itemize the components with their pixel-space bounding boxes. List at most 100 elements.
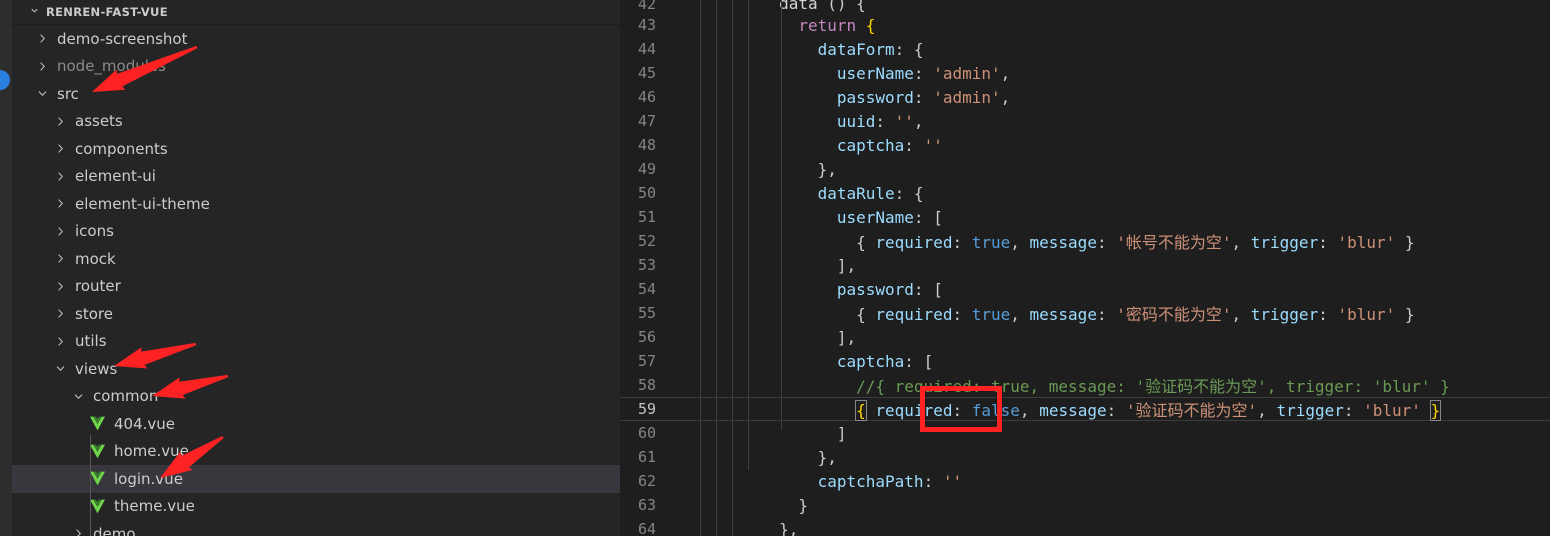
editor-indent-guide	[748, 0, 749, 470]
chevron-right-icon[interactable]	[52, 252, 69, 265]
tree-item-element-ui[interactable]: element-ui	[12, 163, 620, 191]
code-line-51[interactable]: 51 userName: [	[620, 205, 1550, 229]
tree-item-label: demo-screenshot	[57, 29, 188, 48]
code-token: }	[1395, 305, 1415, 324]
code-line-57[interactable]: 57 captcha: [	[620, 349, 1550, 373]
tree-item-home-vue[interactable]: home.vue	[12, 438, 620, 466]
activity-bar[interactable]	[0, 0, 12, 536]
code-line-48[interactable]: 48 captcha: ''	[620, 133, 1550, 157]
code-token: :	[904, 135, 924, 155]
code-line-44[interactable]: 44 dataForm: {	[620, 37, 1550, 61]
tree-item-login-vue[interactable]: login.vue	[12, 465, 620, 493]
chevron-right-icon[interactable]	[52, 335, 69, 348]
code-token: :	[913, 63, 934, 83]
code-token: dataForm	[817, 39, 895, 59]
tree-item-element-ui-theme[interactable]: element-ui-theme	[12, 190, 620, 218]
code-line-61[interactable]: 61 },	[620, 445, 1550, 469]
code-line-54[interactable]: 54 password: [	[620, 277, 1550, 301]
chevron-down-icon[interactable]	[34, 87, 51, 100]
explorer-section-header[interactable]: RENREN-FAST-VUE	[12, 0, 620, 25]
code-line-47[interactable]: 47 uuid: '',	[620, 109, 1550, 133]
code-token: password	[836, 279, 914, 299]
code-token: ''	[923, 135, 943, 155]
code-line-text: ],	[682, 328, 856, 347]
tree-item-assets[interactable]: assets	[12, 108, 620, 136]
chevron-right-icon[interactable]	[34, 32, 51, 45]
tree-item-demo-screenshot[interactable]: demo-screenshot	[12, 25, 620, 53]
chevron-right-icon[interactable]	[34, 60, 51, 73]
code-token: :	[952, 305, 972, 324]
code-line-50[interactable]: 50 dataRule: {	[620, 181, 1550, 205]
code-line-56[interactable]: 56 ],	[620, 325, 1550, 349]
notification-badge-icon[interactable]	[0, 70, 10, 90]
tree-item-404-vue[interactable]: 404.vue	[12, 410, 620, 438]
tree-item-theme-vue[interactable]: theme.vue	[12, 493, 620, 521]
code-line-59[interactable]: 59 { required: false, message: '验证码不能为空'…	[620, 397, 1550, 421]
chevron-right-icon[interactable]	[52, 115, 69, 128]
chevron-right-icon[interactable]	[52, 225, 69, 238]
chevron-right-icon[interactable]	[52, 142, 69, 155]
code-line-text: },	[682, 448, 837, 467]
code-token: },	[779, 519, 799, 536]
code-token: true	[971, 305, 1011, 324]
chevron-right-icon[interactable]	[70, 527, 87, 536]
editor-indent-guide	[700, 0, 701, 536]
tree-item-store[interactable]: store	[12, 300, 620, 328]
tree-item-icons[interactable]: icons	[12, 218, 620, 246]
code-line-55[interactable]: 55 { required: true, message: '密码不能为空', …	[620, 301, 1550, 325]
tree-item-common[interactable]: common	[12, 383, 620, 411]
chevron-down-icon[interactable]	[70, 390, 87, 403]
code-line-60[interactable]: 60 ]	[620, 421, 1550, 445]
chevron-right-icon[interactable]	[52, 280, 69, 293]
line-number: 58	[637, 376, 656, 394]
code-line-64[interactable]: 64 },	[620, 517, 1550, 536]
code-line-45[interactable]: 45 userName: 'admin',	[620, 61, 1550, 85]
code-line-text: //{ required: true, message: '验证码不能为空', …	[682, 373, 1450, 397]
code-token: {	[856, 305, 876, 324]
chevron-down-icon[interactable]	[52, 362, 69, 375]
tree-item-utils[interactable]: utils	[12, 328, 620, 356]
code-token: : [	[913, 279, 943, 299]
code-line-63[interactable]: 63 }	[620, 493, 1550, 517]
code-line-46[interactable]: 46 password: 'admin',	[620, 85, 1550, 109]
code-token: captcha	[836, 135, 905, 155]
code-line-53[interactable]: 53 ],	[620, 253, 1550, 277]
tree-item-router[interactable]: router	[12, 273, 620, 301]
editor-indent-guide	[781, 0, 782, 430]
code-token: 'blur'	[1363, 401, 1421, 420]
code-token: 'admin'	[933, 87, 1001, 107]
line-number: 55	[637, 304, 656, 322]
code-line-58[interactable]: 58 //{ required: true, message: '验证码不能为空…	[620, 373, 1550, 397]
line-number: 53	[637, 256, 656, 274]
tree-item-mock[interactable]: mock	[12, 245, 620, 273]
code-editor[interactable]: 42 data () {43 return {44 dataForm: {45 …	[620, 0, 1550, 536]
tree-item-src[interactable]: src	[12, 80, 620, 108]
tree-item-components[interactable]: components	[12, 135, 620, 163]
tree-item-node-modules[interactable]: node_modules	[12, 53, 620, 81]
chevron-right-icon[interactable]	[52, 197, 69, 210]
code-line-43[interactable]: 43 return {	[620, 13, 1550, 37]
code-line-text: { required: true, message: '帐号不能为空', tri…	[682, 229, 1414, 253]
tree-item-demo[interactable]: demo	[12, 520, 620, 536]
code-line-62[interactable]: 62 captchaPath: ''	[620, 469, 1550, 493]
chevron-right-icon[interactable]	[52, 170, 69, 183]
code-line-42[interactable]: 42 data () {	[620, 0, 1550, 13]
line-number: 48	[637, 136, 656, 154]
code-line-52[interactable]: 52 { required: true, message: '帐号不能为空', …	[620, 229, 1550, 253]
code-line-text: },	[682, 160, 837, 179]
chevron-right-icon[interactable]	[52, 307, 69, 320]
code-token: () {	[827, 0, 866, 13]
tree-item-label: login.vue	[114, 469, 183, 488]
code-content[interactable]: 42 data () {43 return {44 dataForm: {45 …	[620, 0, 1550, 536]
tree-item-views[interactable]: views	[12, 355, 620, 383]
code-token: true	[971, 233, 1011, 252]
code-line-49[interactable]: 49 },	[620, 157, 1550, 181]
file-tree[interactable]: demo-screenshot node_modules src assets comp…	[12, 25, 620, 536]
